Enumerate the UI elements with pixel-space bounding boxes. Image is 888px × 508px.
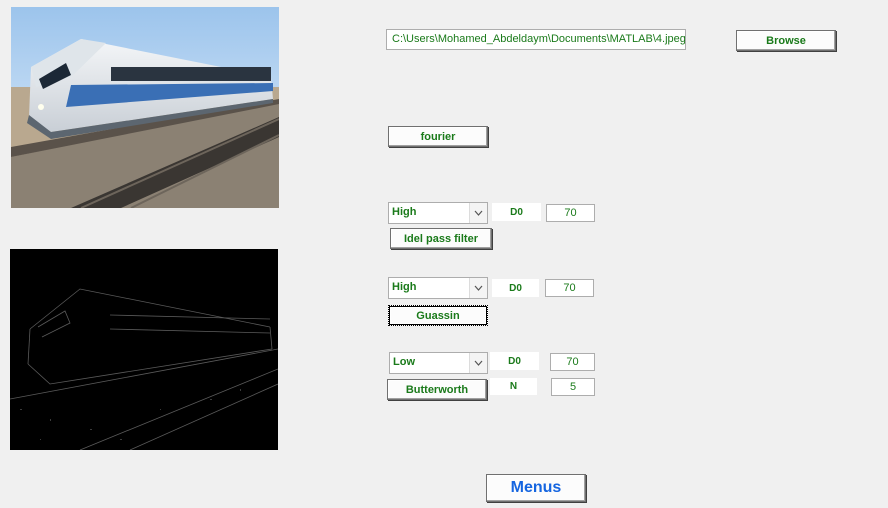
menus-button[interactable]: Menus: [486, 474, 586, 502]
file-path-field[interactable]: C:\Users\Mohamed_Abdeldaym\Documents\MAT…: [386, 29, 686, 50]
butterworth-filter-type-value: Low: [393, 356, 415, 368]
gaussian-d0-input[interactable]: 70: [545, 279, 594, 297]
butterworth-filter-button[interactable]: Butterworth: [387, 379, 487, 400]
chevron-down-icon[interactable]: [469, 353, 487, 373]
browse-button[interactable]: Browse: [736, 30, 836, 51]
gaussian-d0-label: D0: [492, 279, 539, 297]
ideal-filter-type-value: High: [392, 206, 417, 218]
butterworth-d0-label: D0: [490, 352, 539, 370]
ideal-filter-button[interactable]: Idel pass filter: [390, 228, 492, 249]
chevron-down-icon[interactable]: [469, 278, 487, 298]
ideal-d0-input[interactable]: 70: [546, 204, 595, 222]
gaussian-filter-type-value: High: [392, 281, 417, 293]
processed-image: [10, 249, 278, 450]
butterworth-d0-input[interactable]: 70: [550, 353, 595, 371]
original-image: [11, 7, 279, 208]
ideal-d0-label: D0: [492, 203, 541, 221]
chevron-down-icon[interactable]: [469, 203, 487, 223]
butterworth-filter-type-select[interactable]: Low: [389, 352, 488, 374]
fourier-button[interactable]: fourier: [388, 126, 488, 147]
butterworth-n-label: N: [490, 378, 537, 395]
butterworth-n-input[interactable]: 5: [551, 378, 595, 396]
gaussian-filter-button[interactable]: Guassin: [388, 305, 488, 326]
gaussian-filter-type-select[interactable]: High: [388, 277, 488, 299]
ideal-filter-type-select[interactable]: High: [388, 202, 488, 224]
